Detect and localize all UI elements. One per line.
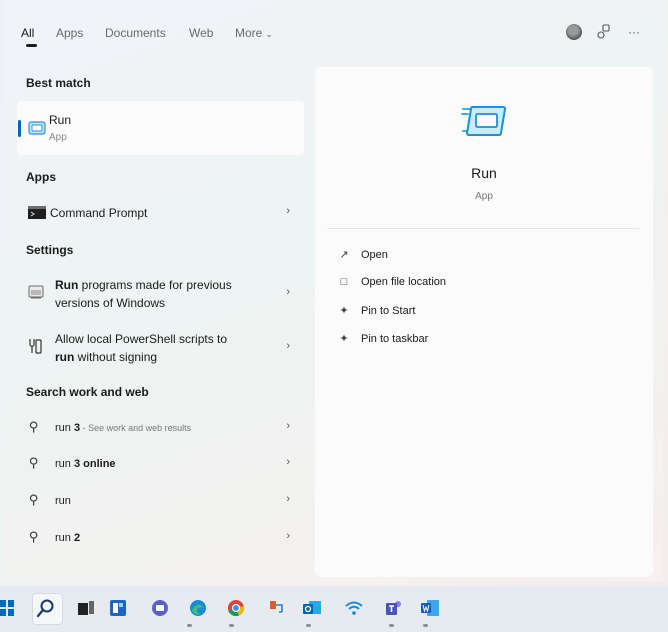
running-indicator bbox=[187, 624, 192, 627]
web-result-run[interactable]: ⚲ run › bbox=[17, 489, 304, 513]
action-open[interactable]: ↗ Open bbox=[337, 248, 388, 261]
query-text: run bbox=[55, 458, 74, 470]
web-result-label: run 3 - See work and web results bbox=[55, 419, 191, 437]
web-result-label: run 2 bbox=[55, 529, 80, 547]
wifi-icon[interactable] bbox=[344, 598, 364, 618]
web-result-label: run 3 online bbox=[55, 455, 116, 473]
query-text: run bbox=[55, 422, 74, 434]
pin-icon: ✦ bbox=[339, 305, 349, 317]
setting-text: programs made for previous bbox=[78, 278, 232, 292]
tab-documents[interactable]: Documents bbox=[105, 26, 166, 40]
action-open-file-location[interactable]: □ Open file location bbox=[337, 276, 446, 288]
chevron-right-icon: › bbox=[286, 205, 290, 217]
running-indicator bbox=[306, 624, 311, 627]
detail-title: Run bbox=[471, 165, 497, 181]
start-search-panel: All Apps Documents Web More ⌄ ··· Best ma… bbox=[5, 0, 663, 582]
chevron-down-icon: ⌄ bbox=[265, 29, 273, 39]
action-pin-to-taskbar[interactable]: ✦ Pin to taskbar bbox=[337, 332, 428, 345]
web-result-run-3-online[interactable]: ⚲ run 3 online › bbox=[17, 452, 304, 476]
compatibility-icon bbox=[28, 285, 44, 299]
connected-devices-icon[interactable] bbox=[597, 24, 611, 40]
action-label: Open file location bbox=[361, 276, 446, 288]
active-tab-indicator bbox=[26, 44, 37, 47]
chevron-right-icon: › bbox=[286, 286, 290, 298]
query-text: run bbox=[55, 532, 74, 544]
start-icon[interactable] bbox=[0, 598, 14, 618]
chevron-right-icon: › bbox=[286, 530, 290, 542]
taskbar bbox=[0, 586, 668, 632]
settings-heading: Settings bbox=[26, 243, 74, 257]
search-icon[interactable] bbox=[36, 598, 56, 618]
web-result-label: run bbox=[55, 495, 71, 507]
best-match-type: App bbox=[49, 132, 67, 143]
avatar[interactable] bbox=[566, 24, 582, 40]
run-app-large-icon bbox=[461, 106, 507, 136]
match-text: 3 online bbox=[73, 458, 116, 470]
detail-type: App bbox=[475, 191, 493, 202]
search-icon: ⚲ bbox=[29, 492, 39, 507]
running-indicator bbox=[423, 624, 428, 627]
screen: All Apps Documents Web More ⌄ ··· Best ma… bbox=[0, 0, 668, 632]
teams-icon[interactable] bbox=[384, 598, 404, 618]
action-label: Pin to taskbar bbox=[361, 333, 429, 345]
action-label: Open bbox=[361, 249, 388, 261]
outlook-icon[interactable] bbox=[302, 598, 322, 618]
remote-icon[interactable] bbox=[266, 598, 286, 618]
setting-item-line1: Allow local PowerShell scripts to bbox=[55, 332, 228, 346]
best-match-item[interactable] bbox=[17, 101, 304, 155]
search-icon: ⚲ bbox=[29, 529, 39, 544]
chrome-icon[interactable] bbox=[226, 598, 246, 618]
pin-icon: ✦ bbox=[339, 333, 349, 345]
search-icon: ⚲ bbox=[29, 419, 39, 434]
folder-icon: □ bbox=[340, 276, 348, 288]
action-label: Pin to Start bbox=[361, 305, 416, 317]
developer-settings-icon bbox=[29, 339, 42, 354]
run-app-icon bbox=[28, 121, 46, 135]
setting-item-line2: versions of Windows bbox=[55, 296, 166, 310]
match-text: run bbox=[55, 350, 75, 364]
web-result-run-2[interactable]: ⚲ run 2 › bbox=[17, 526, 304, 550]
search-icon: ⚲ bbox=[29, 455, 39, 470]
setting-item-run-programs[interactable]: Run programs made for previous versions … bbox=[17, 272, 304, 316]
tab-web[interactable]: Web bbox=[189, 26, 213, 40]
action-pin-to-start[interactable]: ✦ Pin to Start bbox=[337, 304, 415, 317]
widgets-icon[interactable] bbox=[108, 598, 128, 618]
app-item-label: Command Prompt bbox=[50, 206, 148, 220]
match-text: 2 bbox=[73, 532, 81, 544]
edge-icon[interactable] bbox=[188, 598, 208, 618]
task-view-icon[interactable] bbox=[76, 598, 96, 618]
tab-more-label: More bbox=[235, 26, 263, 40]
match-text: Run bbox=[55, 278, 79, 292]
tab-apps[interactable]: Apps bbox=[56, 26, 83, 40]
best-match-heading: Best match bbox=[26, 76, 91, 90]
chevron-right-icon: › bbox=[286, 420, 290, 432]
web-result-run-3[interactable]: ⚲ run 3 - See work and web results › bbox=[17, 416, 304, 440]
running-indicator bbox=[389, 624, 394, 627]
web-result-hint: - See work and web results bbox=[80, 423, 192, 433]
detail-pane: Run App ↗ Open □ Open file location ✦ Pin t… bbox=[315, 67, 653, 577]
running-indicator bbox=[229, 624, 234, 627]
chat-icon[interactable] bbox=[150, 598, 170, 618]
setting-item-line1: Run programs made for previous bbox=[55, 276, 232, 294]
command-prompt-icon bbox=[28, 206, 46, 219]
word-icon[interactable] bbox=[420, 598, 440, 618]
chevron-right-icon: › bbox=[286, 340, 290, 352]
chevron-right-icon: › bbox=[286, 493, 290, 505]
open-external-icon: ↗ bbox=[339, 249, 349, 261]
more-options-icon[interactable]: ··· bbox=[628, 25, 640, 39]
setting-item-line2: run without signing bbox=[55, 348, 157, 366]
divider bbox=[327, 228, 639, 229]
setting-text: without signing bbox=[74, 350, 158, 364]
setting-item-powershell[interactable]: Allow local PowerShell scripts to run wi… bbox=[17, 327, 304, 369]
search-web-heading: Search work and web bbox=[26, 385, 149, 399]
app-item-command-prompt[interactable]: Command Prompt › bbox=[17, 200, 304, 226]
tab-more[interactable]: More ⌄ bbox=[235, 26, 273, 40]
chevron-right-icon: › bbox=[286, 456, 290, 468]
apps-heading: Apps bbox=[26, 170, 56, 184]
best-match-title: Run bbox=[49, 113, 72, 127]
selection-accent bbox=[18, 120, 21, 137]
tab-all[interactable]: All bbox=[21, 26, 34, 40]
